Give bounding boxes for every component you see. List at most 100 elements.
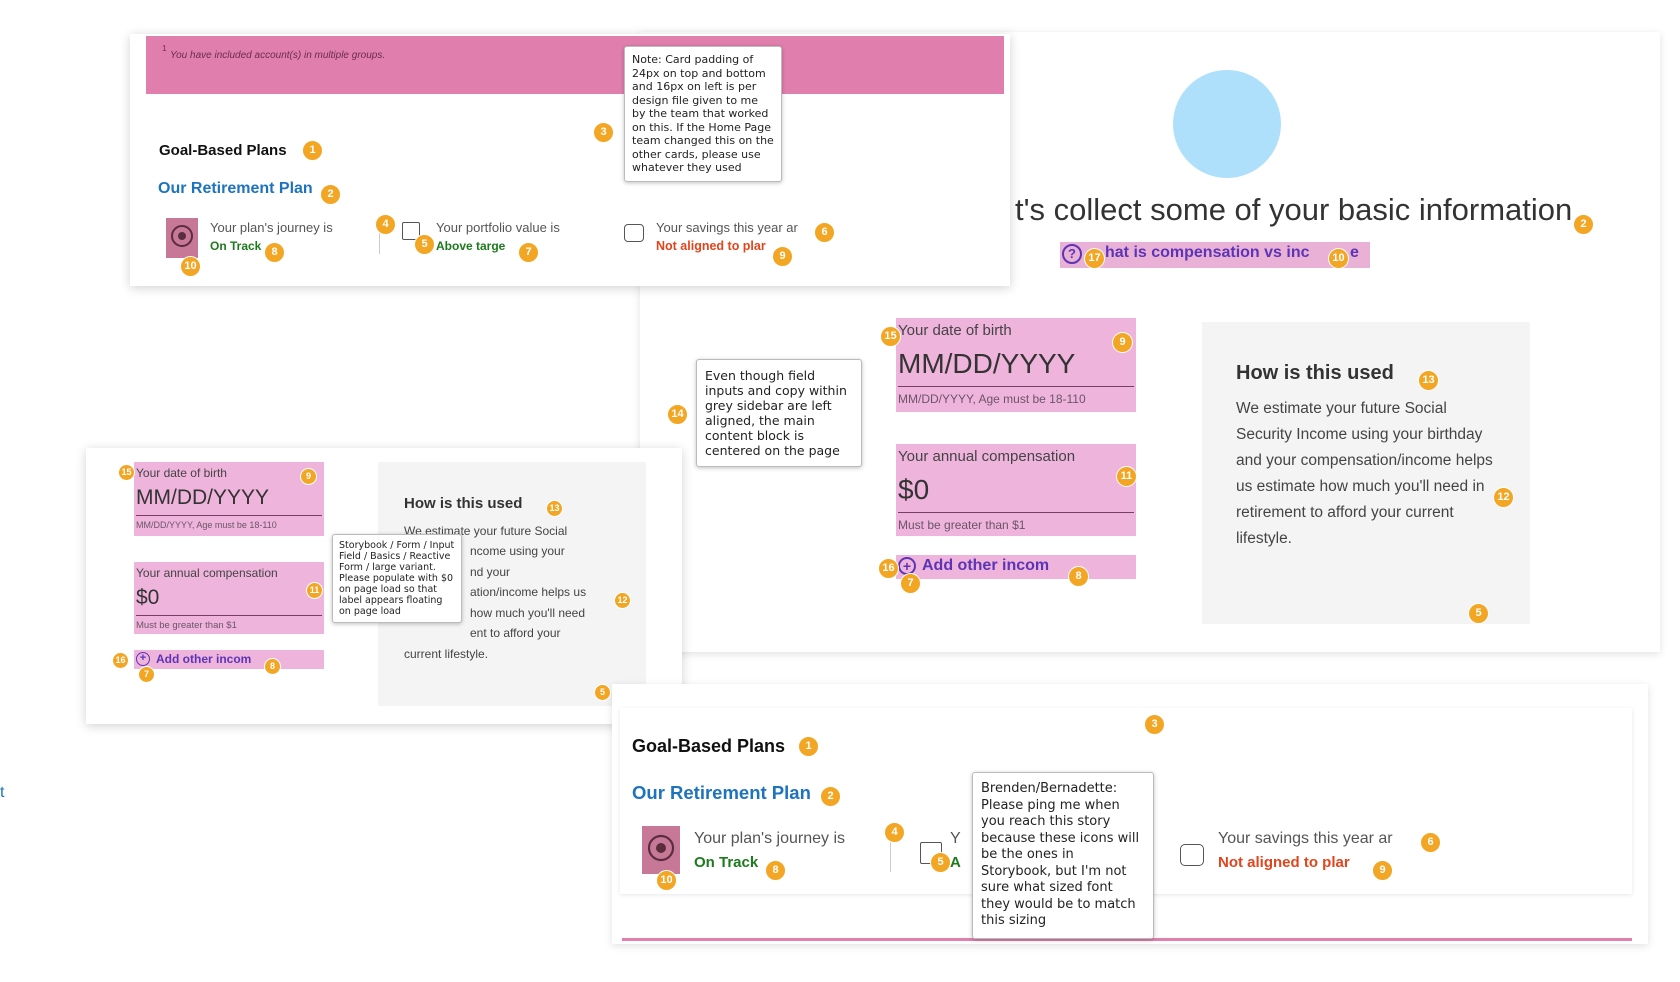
- journey-status: On Track: [210, 239, 262, 253]
- goal-title-bottom: Goal-Based Plans: [632, 736, 786, 756]
- annotation-badge-3: 3: [593, 122, 614, 143]
- portfolio-status: Above targe: [436, 239, 506, 253]
- how-used-sidebar: How is this used We estimate your future…: [1202, 322, 1530, 624]
- dob-underline: [898, 386, 1134, 387]
- annotation-badge-12: 12: [1493, 487, 1514, 508]
- annotation-badge-15: 15: [880, 326, 901, 347]
- add-income-button[interactable]: + Add other incom: [896, 555, 1136, 579]
- dob-field-small[interactable]: Your date of birth MM/DD/YYYY MM/DD/YYYY…: [134, 462, 324, 536]
- compensation-value[interactable]: $0: [898, 474, 929, 506]
- dob-hint: MM/DD/YYYY, Age must be 18-110: [898, 392, 1086, 406]
- annotation-badge-14: 14: [667, 404, 688, 425]
- annotation-badge-2: 2: [320, 184, 341, 205]
- annotation-badge-8: 8: [1068, 566, 1089, 587]
- annotation-badge-10: 10: [1328, 248, 1349, 269]
- add-income-button-small[interactable]: + Add other incom: [134, 650, 324, 669]
- compensation-underline: [898, 512, 1134, 513]
- compensation-value-small[interactable]: $0: [136, 586, 159, 610]
- portfolio-label: Your portfolio value is: [436, 220, 560, 235]
- savings-status-bottom: Not aligned to plar: [1218, 854, 1350, 871]
- annotation-badge-2: 2: [820, 786, 841, 807]
- plan-name-link-bottom[interactable]: Our Retirement Plan: [632, 782, 811, 804]
- plan-name-link[interactable]: Our Retirement Plan: [158, 180, 313, 198]
- annotation-badge-4: 4: [884, 822, 905, 843]
- how-used-title: How is this used: [1236, 362, 1394, 384]
- portfolio-label-bottom: Y: [950, 830, 961, 847]
- annotation-note-icons: Brenden/Bernadette: Please ping me when …: [972, 772, 1154, 939]
- annotation-badge-7: 7: [900, 573, 921, 594]
- dob-hint-small: MM/DD/YYYY, Age must be 18-110: [136, 520, 277, 530]
- annotation-badge-9: 9: [1112, 332, 1133, 353]
- annotation-badge-5: 5: [1468, 603, 1489, 624]
- sidebar-line-2: ncome using your: [470, 544, 565, 558]
- annotation-note-storybook: Storybook / Form / Input Field / Basics …: [332, 534, 462, 623]
- help-circle-icon[interactable]: ?: [1062, 244, 1082, 264]
- left-form-panel: Your date of birth MM/DD/YYYY MM/DD/YYYY…: [86, 448, 682, 724]
- annotation-badge-5: 5: [930, 852, 951, 873]
- annotation-badge-8: 8: [264, 242, 285, 263]
- help-link-text[interactable]: hat is compensation vs inc: [1105, 244, 1310, 262]
- compensation-underline-small: [136, 615, 322, 616]
- annotation-badge-6: 6: [1420, 832, 1441, 853]
- banner-text: You have included account(s) in multiple…: [170, 50, 386, 61]
- avatar-circle: [1173, 70, 1281, 178]
- savings-label: Your savings this year ar: [656, 220, 798, 235]
- annotation-badge-11: 11: [306, 582, 323, 599]
- target-icon: [166, 218, 198, 258]
- annotation-note-centered: Even though field inputs and copy within…: [696, 359, 862, 467]
- annotation-badge-9: 9: [772, 246, 793, 267]
- annotation-badge-8: 8: [264, 658, 281, 675]
- help-link-tail[interactable]: e: [1350, 244, 1359, 262]
- compensation-hint: Must be greater than $1: [898, 518, 1026, 532]
- compensation-label: Your annual compensation: [898, 448, 1076, 465]
- annotation-badge-16: 16: [112, 652, 129, 669]
- annotation-note-padding: Note: Card padding of 24px on top and bo…: [624, 46, 782, 182]
- savings-icon: [624, 224, 644, 242]
- sidebar-line-3: nd your: [470, 565, 511, 579]
- bottom-goal-card: 3 Goal-Based Plans 1 Our Retirement Plan…: [612, 684, 1648, 944]
- annotation-badge-5: 5: [594, 684, 611, 701]
- sidebar-line-4: ation/income helps us: [470, 585, 587, 599]
- add-circle-icon[interactable]: +: [898, 557, 916, 575]
- annotation-badge-1: 1: [302, 140, 323, 161]
- dob-field[interactable]: Your date of birth MM/DD/YYYY MM/DD/YYYY…: [896, 318, 1136, 412]
- annotation-badge-7: 7: [518, 242, 539, 263]
- dob-value[interactable]: MM/DD/YYYY: [898, 348, 1075, 380]
- dob-value-small[interactable]: MM/DD/YYYY: [136, 486, 269, 510]
- sidebar-line-7: current lifestyle.: [404, 647, 489, 661]
- compensation-hint-small: Must be greater than $1: [136, 620, 237, 631]
- annotation-badge-10: 10: [180, 256, 201, 277]
- annotation-badge-3: 3: [1144, 714, 1165, 735]
- journey-label-bottom: Your plan's journey is: [694, 830, 845, 847]
- how-used-title-small: How is this used: [404, 495, 523, 512]
- dob-underline-small: [136, 515, 322, 516]
- add-income-label[interactable]: Add other incom: [922, 557, 1049, 575]
- annotation-badge-13: 13: [1418, 370, 1439, 391]
- annotation-badge-5: 5: [414, 234, 435, 255]
- add-circle-icon[interactable]: +: [136, 652, 150, 666]
- compensation-field-small[interactable]: Your annual compensation $0 Must be grea…: [134, 562, 324, 634]
- how-used-text: We estimate your future Social Security …: [1236, 400, 1493, 547]
- annotation-badge-6: 6: [814, 222, 835, 243]
- sidebar-line-5: how much you'll need: [470, 606, 586, 620]
- annotation-badge-1: 1: [798, 736, 819, 757]
- savings-status: Not aligned to plar: [656, 239, 766, 253]
- banner-superscript: 1: [162, 44, 167, 53]
- annotation-badge-15: 15: [118, 464, 135, 481]
- page-heading: t's collect some of your basic informati…: [1015, 192, 1573, 227]
- annotation-badge-8: 8: [765, 860, 786, 881]
- add-income-label-small[interactable]: Add other incom: [156, 652, 251, 666]
- annotation-badge-12: 12: [614, 592, 631, 609]
- annotation-badge-16: 16: [878, 558, 899, 579]
- annotation-badge-11: 11: [1116, 466, 1137, 487]
- portfolio-divider-bottom: [890, 838, 891, 872]
- goal-title: Goal-Based Plans: [159, 142, 287, 159]
- annotation-badge-9: 9: [1372, 860, 1393, 881]
- portfolio-status-bottom: A: [950, 854, 961, 871]
- savings-icon: [1180, 844, 1204, 866]
- annotation-badge-10: 10: [656, 870, 677, 891]
- warning-banner: 1 You have included account(s) in multip…: [146, 36, 1004, 94]
- annotation-badge-13: 13: [546, 500, 563, 517]
- journey-status-bottom: On Track: [694, 854, 759, 871]
- compensation-field[interactable]: Your annual compensation $0 Must be grea…: [896, 444, 1136, 536]
